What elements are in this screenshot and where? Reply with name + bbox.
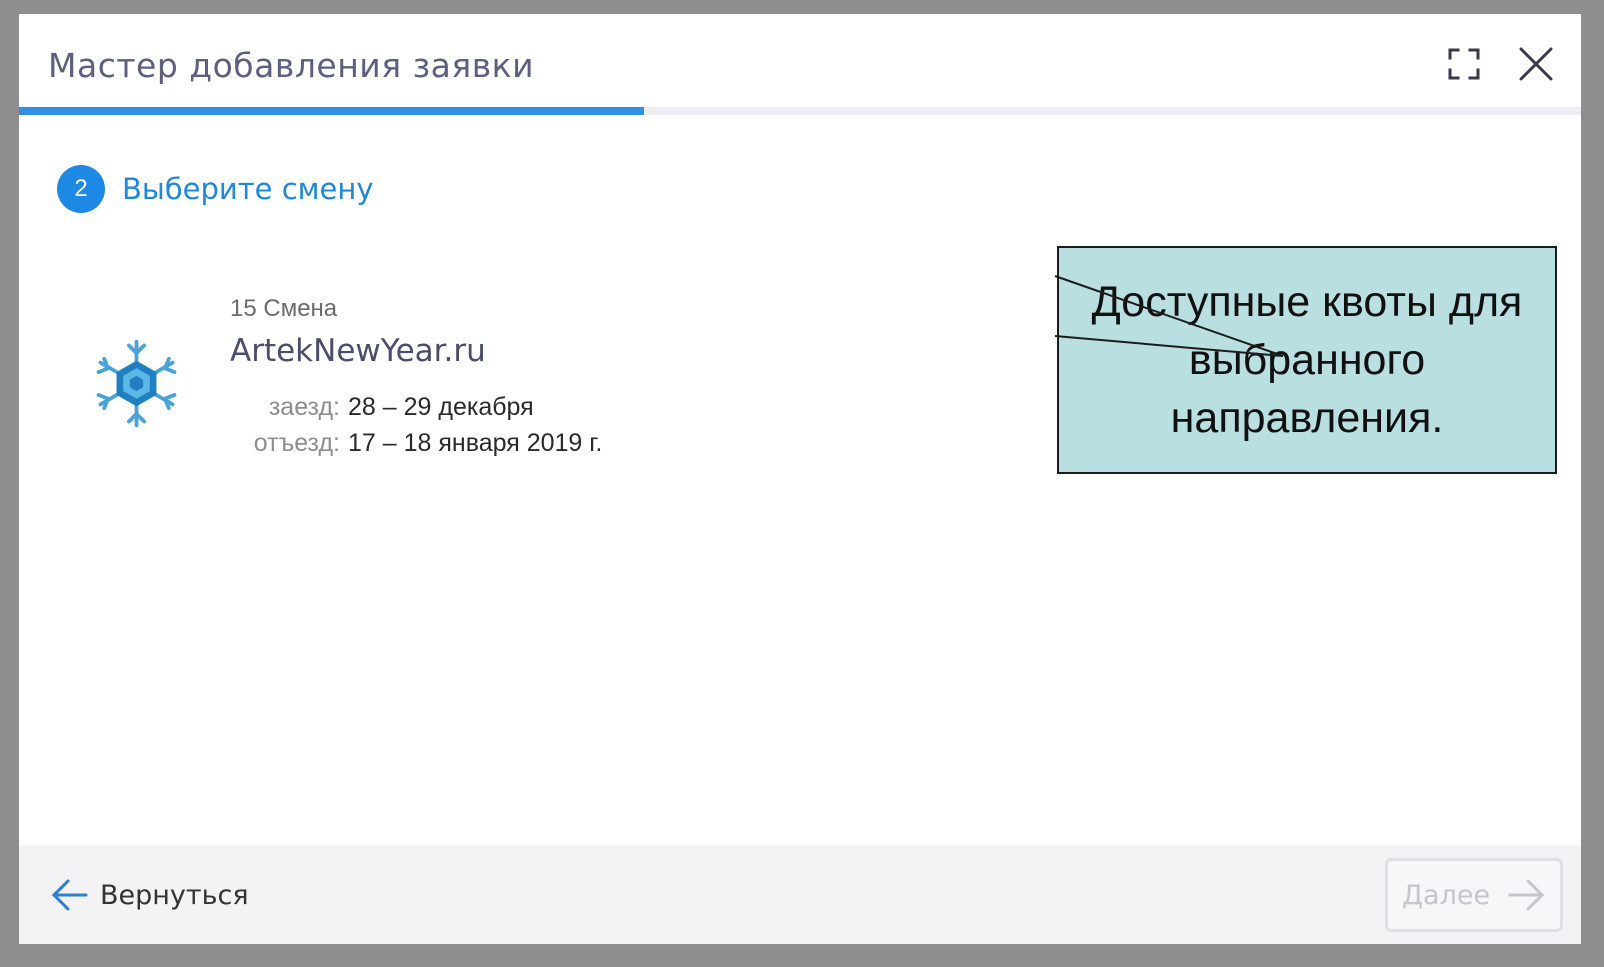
arrow-right-icon — [1508, 879, 1545, 911]
wizard-progress-bar — [19, 107, 1581, 115]
step-heading: 2 Выберите смену — [57, 164, 374, 214]
modal-footer: Вернуться Далее — [19, 845, 1581, 944]
step-label: Выберите смену — [122, 172, 374, 206]
shift-option[interactable]: 15 Смена ArtekNewYear.ru заезд: 28 – 29 д… — [89, 279, 689, 479]
shift-name: ArtekNewYear.ru — [230, 333, 486, 369]
expand-icon[interactable] — [1444, 44, 1484, 84]
snowflake-icon — [96, 339, 177, 428]
arrival-row: заезд: 28 – 29 декабря — [230, 393, 534, 422]
back-label: Вернуться — [100, 879, 249, 911]
order-wizard-modal: Мастер добавления заявки 2 Выберите смен… — [19, 14, 1581, 944]
departure-key: отъезд: — [253, 429, 340, 457]
wizard-progress-fill — [19, 107, 644, 115]
arrival-value: 28 – 29 декабря — [348, 393, 534, 421]
back-button[interactable]: Вернуться — [50, 870, 249, 920]
arrow-left-icon — [51, 879, 88, 911]
shift-number: 15 Смена — [230, 295, 338, 322]
modal-header: Мастер добавления заявки — [19, 14, 1581, 106]
departure-value: 17 – 18 января 2019 г. — [348, 429, 603, 457]
step-number-badge: 2 — [57, 165, 105, 213]
next-button[interactable]: Далее — [1385, 858, 1563, 932]
arrival-key: заезд: — [268, 393, 340, 421]
departure-row: отъезд: 17 – 18 января 2019 г. — [230, 429, 603, 458]
next-label: Далее — [1401, 879, 1491, 911]
modal-title: Мастер добавления заявки — [48, 46, 535, 85]
callout-pointer — [1054, 275, 1284, 357]
close-icon[interactable] — [1516, 44, 1556, 84]
